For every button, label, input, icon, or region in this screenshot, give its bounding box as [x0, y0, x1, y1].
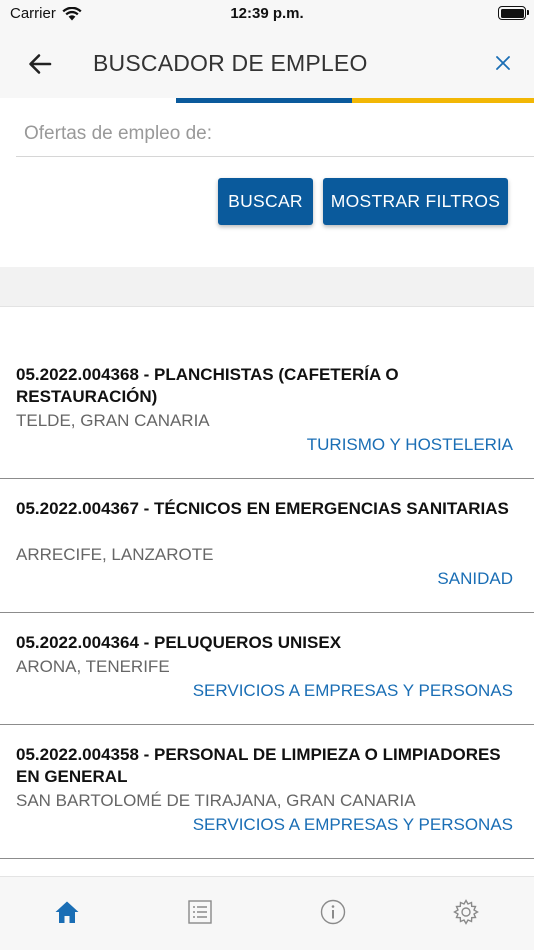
search-section: BUSCAR MOSTRAR FILTROS [0, 103, 534, 267]
page-title: BUSCADOR DE EMPLEO [93, 50, 368, 76]
job-location: SAN BARTOLOMÉ DE TIRAJANA, GRAN CANARIA [16, 791, 416, 810]
status-time: 12:39 p.m. [230, 5, 304, 22]
search-button[interactable]: BUSCAR [218, 178, 313, 225]
list-icon [188, 900, 212, 924]
job-location: ARRECIFE, LANZAROTE [16, 545, 214, 564]
navigation-bar: BUSCADOR DE EMPLEO [0, 28, 534, 98]
job-title: 05.2022.004367 - TÉCNICOS EN EMERGENCIAS… [16, 499, 509, 518]
section-divider [0, 267, 534, 307]
job-category: SERVICIOS A EMPRESAS Y PERSONAS [192, 681, 513, 700]
tab-list[interactable] [185, 897, 215, 927]
job-item[interactable]: 05.2022.004368 - PLANCHISTAS (CAFETERÍA … [0, 307, 534, 479]
job-location: ARONA, TENERIFE [16, 657, 170, 676]
job-category: TURISMO Y HOSTELERIA [306, 435, 513, 454]
job-title: 05.2022.004358 - PERSONAL DE LIMPIEZA O … [16, 745, 501, 786]
status-bar: Carrier 12:39 p.m. [0, 0, 534, 28]
search-input[interactable] [16, 111, 534, 157]
home-icon [55, 901, 79, 923]
job-item[interactable]: 05.2022.004358 - PERSONAL DE LIMPIEZA O … [0, 725, 534, 859]
job-item[interactable]: 05.2022.004367 - TÉCNICOS EN EMERGENCIAS… [0, 479, 534, 613]
job-title: 05.2022.004364 - PELUQUEROS UNISEX [16, 633, 342, 652]
job-category: SERVICIOS A EMPRESAS Y PERSONAS [192, 815, 513, 834]
gear-icon [453, 899, 479, 925]
job-location: TELDE, GRAN CANARIA [16, 411, 210, 430]
tab-settings[interactable] [451, 897, 481, 927]
tab-home[interactable] [52, 897, 82, 927]
battery-icon [498, 6, 529, 20]
info-icon [320, 899, 346, 925]
arrow-left-icon [29, 54, 52, 74]
show-filters-button[interactable]: MOSTRAR FILTROS [323, 178, 508, 225]
tab-bar [0, 876, 534, 950]
back-button[interactable] [26, 50, 54, 78]
job-title: 05.2022.004368 - PLANCHISTAS (CAFETERÍA … [16, 365, 399, 406]
job-item[interactable]: 05.2022.004364 - PELUQUEROS UNISEX ARONA… [0, 613, 534, 725]
close-button[interactable] [492, 52, 514, 74]
close-icon [496, 56, 510, 70]
tab-info[interactable] [318, 897, 348, 927]
job-category: SANIDAD [437, 569, 513, 588]
